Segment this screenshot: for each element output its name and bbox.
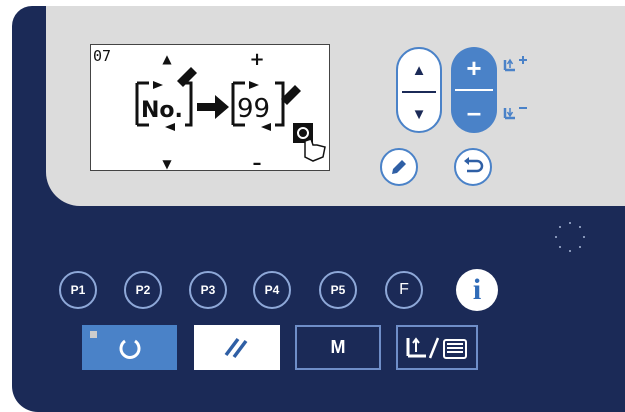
edit-button[interactable] — [380, 148, 418, 186]
minus-icon: – — [466, 96, 482, 127]
save-icon — [293, 123, 326, 162]
return-icon — [464, 157, 484, 173]
p5-button[interactable]: P5 — [319, 271, 357, 309]
return-button[interactable] — [454, 148, 492, 186]
down-arrow-icon: ▼ — [411, 105, 427, 123]
p4-button[interactable]: P4 — [253, 271, 291, 309]
reset-button[interactable] — [194, 325, 280, 370]
source-label: No. — [141, 98, 183, 123]
lcd-up-arrow-icon: ▲ — [162, 52, 172, 66]
hand-pointer-icon — [304, 138, 326, 162]
lcd-screen: 07 ▲ + No. 99 ▼ – — [90, 44, 330, 172]
plus-minus-key: + – — [451, 47, 497, 133]
target-value: 99 — [237, 94, 270, 124]
minus-button[interactable]: – — [451, 91, 497, 133]
ready-button[interactable] — [82, 325, 177, 370]
plus-button[interactable]: + — [451, 47, 497, 89]
p3-button[interactable]: P3 — [189, 271, 227, 309]
mode-button[interactable]: M — [295, 325, 381, 370]
p2-button[interactable]: P2 — [124, 271, 162, 309]
f-button[interactable]: F — [385, 271, 423, 309]
ready-icon — [119, 339, 140, 359]
ready-led — [90, 331, 97, 338]
up-button[interactable]: ▲ — [398, 49, 440, 91]
presser-up-icon — [503, 56, 527, 72]
lcd-minus-icon: – — [253, 153, 262, 172]
lcd-plus-icon: + — [249, 49, 264, 70]
reset-icon — [224, 337, 248, 358]
lcd-down-arrow-icon: ▼ — [162, 157, 172, 171]
pencil-icon — [392, 160, 406, 174]
bobbin-winder-icon — [406, 336, 467, 359]
thread-winder-button[interactable] — [396, 325, 478, 370]
presser-down-icon — [503, 107, 527, 120]
plus-icon: + — [466, 52, 482, 83]
up-down-key: ▲ ▼ — [396, 47, 442, 133]
info-button[interactable]: i — [456, 269, 498, 311]
source-pattern-box: No. — [135, 67, 197, 131]
p1-button[interactable]: P1 — [59, 271, 97, 309]
info-icon: i — [472, 273, 482, 306]
copy-arrow-icon — [197, 95, 229, 119]
sensor-indicator-icon — [555, 222, 585, 252]
down-button[interactable]: ▼ — [398, 93, 440, 135]
up-arrow-icon: ▲ — [411, 61, 427, 79]
target-pattern-box: 99 — [231, 81, 301, 131]
mode-label: M — [330, 337, 346, 357]
